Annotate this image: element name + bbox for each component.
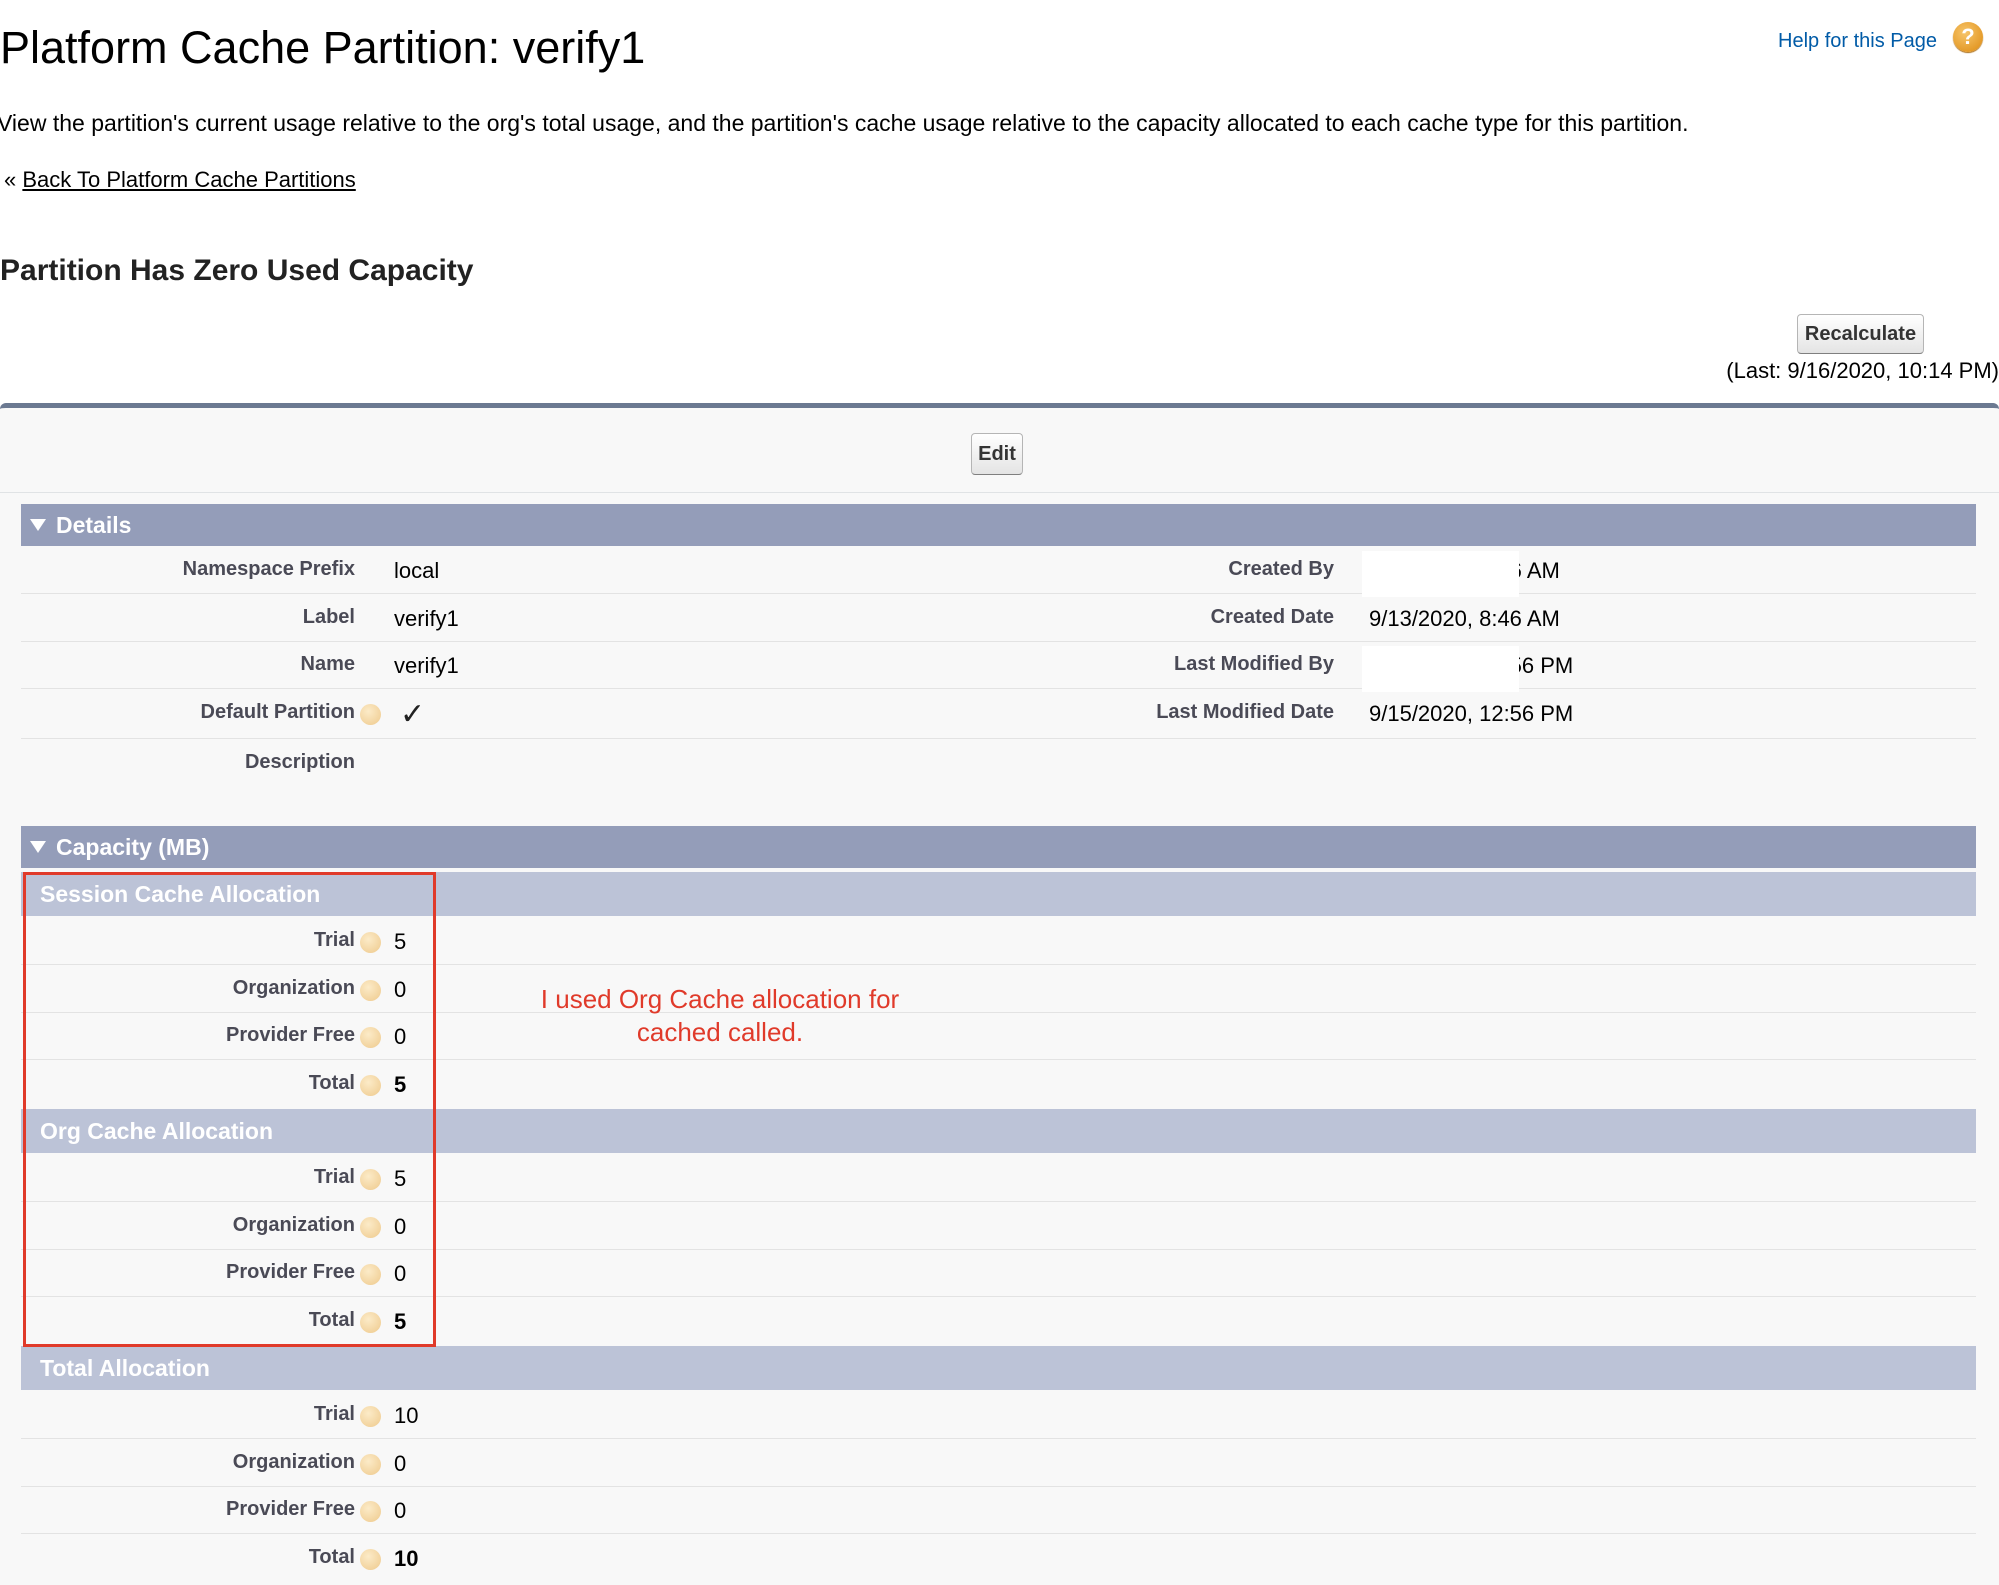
default-partition-label: Default Partition bbox=[200, 701, 355, 723]
info-help-icon[interactable] bbox=[360, 704, 381, 725]
recalculate-button[interactable]: Recalculate bbox=[1797, 314, 1924, 354]
label-value: verify1 bbox=[394, 606, 459, 631]
detail-row: Namespace Prefix local Created By 9/13/2… bbox=[21, 546, 1976, 597]
help-for-this-page-link[interactable]: Help for this Page bbox=[1778, 30, 1937, 53]
help-question-icon[interactable]: ? bbox=[1953, 22, 1983, 52]
description-label: Description bbox=[244, 751, 355, 773]
info-help-icon[interactable] bbox=[360, 1406, 381, 1427]
back-to-partitions-link[interactable]: Back To Platform Cache Partitions bbox=[22, 167, 355, 192]
provider-free-label: Provider Free bbox=[226, 1498, 355, 1520]
info-help-icon[interactable] bbox=[360, 1501, 381, 1522]
detail-row: Default Partition ✓ Last Modified Date 9… bbox=[21, 689, 1976, 739]
trial-value: 10 bbox=[394, 1403, 419, 1428]
annotation-note: I used Org Cache allocation for cached c… bbox=[520, 983, 920, 1049]
total-trial-row: Trial 10 bbox=[21, 1391, 1976, 1439]
back-prefix: « bbox=[4, 167, 17, 192]
total-allocation-title: Total Allocation bbox=[40, 1355, 210, 1381]
button-bar: Edit bbox=[0, 408, 1999, 493]
capacity-section-header[interactable]: Capacity (MB) bbox=[21, 826, 1976, 868]
organization-label: Organization bbox=[232, 1451, 355, 1473]
total-organization-row: Organization 0 bbox=[21, 1439, 1976, 1487]
last-modified-date-value: 9/15/2020, 12:56 PM bbox=[1369, 701, 1574, 726]
redacted-user-name bbox=[1362, 551, 1519, 597]
triangle-down-icon[interactable] bbox=[30, 518, 46, 531]
info-help-icon[interactable] bbox=[360, 1549, 381, 1570]
page-title: Platform Cache Partition: verify1 bbox=[0, 22, 646, 73]
details-section-header[interactable]: Details bbox=[21, 504, 1976, 546]
last-calculated-text: (Last: 9/16/2020, 10:14 PM) bbox=[1726, 358, 1999, 383]
total-total-row: Total 10 bbox=[21, 1534, 1976, 1581]
trial-label: Trial bbox=[313, 1403, 355, 1425]
triangle-down-icon[interactable] bbox=[30, 840, 46, 853]
info-help-icon[interactable] bbox=[360, 1454, 381, 1475]
redacted-user-name bbox=[1362, 646, 1519, 692]
namespace-prefix-label: Namespace Prefix bbox=[182, 558, 355, 580]
provider-free-value: 0 bbox=[394, 1498, 407, 1523]
details-section-title: Details bbox=[56, 512, 132, 538]
capacity-section-title: Capacity (MB) bbox=[56, 834, 210, 860]
page-description: View the partition's current usage relat… bbox=[0, 110, 1689, 136]
checkmark-icon: ✓ bbox=[400, 698, 426, 731]
edit-button[interactable]: Edit bbox=[971, 433, 1023, 475]
annotation-line-1: I used Org Cache allocation for bbox=[540, 984, 900, 1014]
organization-value: 0 bbox=[394, 1451, 407, 1476]
name-value: verify1 bbox=[394, 653, 459, 678]
detail-row: Name verify1 Last Modified By 9/15/2020,… bbox=[21, 641, 1976, 692]
namespace-prefix-value: local bbox=[394, 558, 440, 583]
total-value: 10 bbox=[394, 1546, 419, 1571]
detail-row: Description bbox=[21, 739, 1976, 786]
name-label: Name bbox=[300, 653, 355, 675]
total-label: Total bbox=[308, 1546, 355, 1568]
annotation-line-2: cached called. bbox=[636, 1017, 804, 1047]
total-allocation-header: Total Allocation bbox=[21, 1346, 1976, 1390]
label-label: Label bbox=[302, 606, 355, 628]
annotation-highlight-box bbox=[23, 872, 436, 1347]
capacity-status-heading: Partition Has Zero Used Capacity bbox=[0, 254, 474, 287]
last-modified-date-label: Last Modified Date bbox=[1156, 701, 1334, 723]
breadcrumb: « Back To Platform Cache Partitions bbox=[4, 167, 356, 193]
detail-row: Label verify1 Created Date 9/13/2020, 8:… bbox=[21, 594, 1976, 642]
created-by-label: Created By bbox=[1228, 558, 1334, 580]
total-provider-free-row: Provider Free 0 bbox=[21, 1486, 1976, 1534]
last-modified-by-label: Last Modified By bbox=[1173, 653, 1334, 675]
created-date-label: Created Date bbox=[1210, 606, 1334, 628]
created-date-value: 9/13/2020, 8:46 AM bbox=[1369, 606, 1560, 631]
